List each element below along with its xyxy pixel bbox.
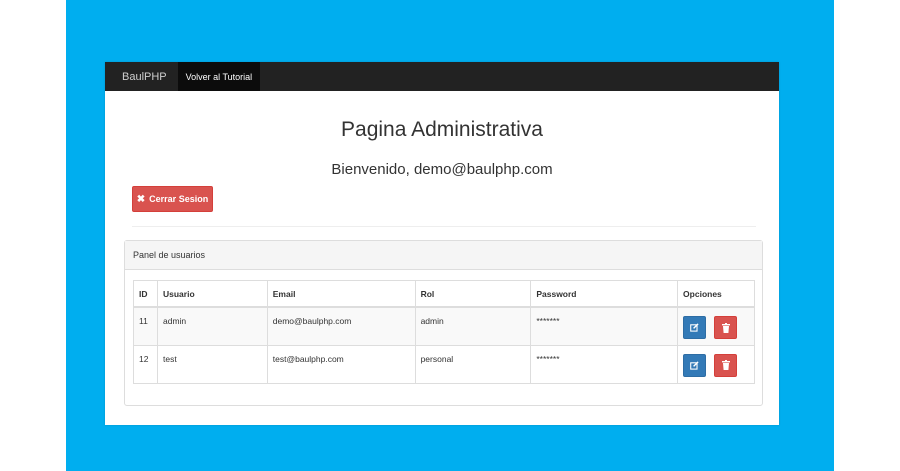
edit-button[interactable] xyxy=(683,316,707,339)
logout-button-label: Cerrar Sesion xyxy=(149,194,209,204)
cell-options xyxy=(677,306,755,346)
delete-button[interactable] xyxy=(714,316,738,339)
edit-button[interactable] xyxy=(683,353,707,377)
table-header-row: ID Usuario Email Rol Password Opciones xyxy=(133,280,755,308)
column-header-password: Password xyxy=(530,280,679,308)
cell-usuario: test xyxy=(156,344,268,384)
nav-link-tutorial[interactable]: Volver al Tutorial xyxy=(177,62,261,91)
trash-icon xyxy=(721,360,730,370)
users-table: ID Usuario Email Rol Password Opciones 1… xyxy=(133,280,755,384)
cell-rol: admin xyxy=(414,306,532,346)
cell-email: demo@baulphp.com xyxy=(266,306,416,346)
column-header-rol: Rol xyxy=(414,280,532,308)
table-row: 11 admin demo@baulphp.com admin ******* xyxy=(133,306,755,346)
cell-password: ******* xyxy=(530,344,679,384)
column-header-opciones: Opciones xyxy=(677,280,755,308)
column-header-id: ID xyxy=(133,280,158,308)
panel-heading: Panel de usuarios xyxy=(125,241,762,270)
cell-options xyxy=(677,344,755,384)
logout-button[interactable]: ✖ Cerrar Sesion xyxy=(132,186,213,212)
column-header-usuario: Usuario xyxy=(156,280,268,308)
edit-icon xyxy=(690,323,699,332)
column-header-email: Email xyxy=(266,280,416,308)
page-title: Pagina Administrativa xyxy=(341,118,543,141)
table-row: 12 test test@baulphp.com personal ******… xyxy=(133,344,755,384)
cell-id: 12 xyxy=(133,344,158,384)
cell-usuario: admin xyxy=(156,306,268,346)
edit-icon xyxy=(690,360,699,370)
delete-button[interactable] xyxy=(714,353,738,377)
app-window: BaulPHP Volver al Tutorial Pagina Admini… xyxy=(105,62,779,425)
users-panel: Panel de usuarios ID Usuario Email Rol P… xyxy=(124,240,763,406)
top-navbar: BaulPHP Volver al Tutorial xyxy=(105,62,779,91)
trash-icon xyxy=(721,322,730,333)
cell-email: test@baulphp.com xyxy=(266,344,416,384)
cell-id: 11 xyxy=(133,306,158,346)
welcome-message: Bienvenido, demo@baulphp.com xyxy=(331,161,553,178)
close-icon: ✖ xyxy=(136,193,146,205)
divider xyxy=(132,226,756,227)
navbar-brand[interactable]: BaulPHP xyxy=(105,62,178,91)
cell-rol: personal xyxy=(414,344,532,384)
cell-password: ******* xyxy=(530,306,679,346)
